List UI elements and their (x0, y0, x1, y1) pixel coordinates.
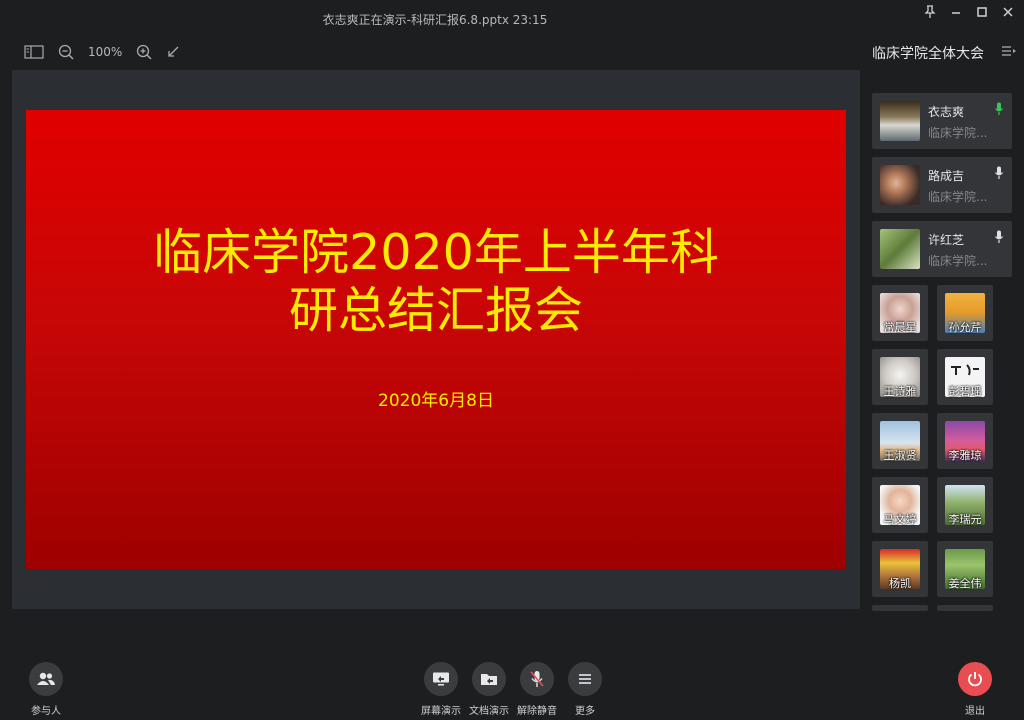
exit-fullscreen-icon[interactable] (166, 45, 180, 59)
more-circle[interactable] (568, 662, 602, 696)
meeting-header: 临床学院全体大会 (872, 43, 1017, 63)
avatar (880, 229, 920, 269)
speaker-card[interactable]: 衣志爽 临床学院... (872, 93, 1012, 149)
attendee-tile[interactable]: 杨凯 (872, 541, 928, 597)
participants-icon (37, 672, 55, 685)
speaker-name: 路成吉 (928, 169, 965, 183)
attendee-name: 孙允芹 (948, 321, 982, 334)
participants-circle[interactable] (29, 662, 63, 696)
participants-button[interactable]: 参与人 (16, 662, 76, 717)
participants-label: 参与人 (31, 706, 61, 717)
avatar (880, 165, 920, 205)
speaker-card[interactable]: 许红芝 临床学院... (872, 221, 1012, 277)
leave-button[interactable]: 退出 (945, 662, 1005, 717)
attendee-tile[interactable]: 孙允芹 (937, 285, 993, 341)
sidebar-toggle-icon[interactable] (24, 45, 44, 59)
attendee-name: 杨凯 (889, 577, 911, 590)
attendee-tile[interactable]: 常晨星 (872, 285, 928, 341)
attendee-name: 常晨星 (883, 321, 917, 334)
zoom-out-icon[interactable] (58, 44, 74, 60)
meeting-name: 临床学院全体大会 (872, 46, 984, 62)
slide-title: 临床学院2020年上半年科研总结汇报会 (153, 224, 719, 339)
attendee-tile[interactable]: 李雅琼 (937, 413, 993, 469)
more-button[interactable]: 更多 (555, 662, 615, 717)
attendee-tile[interactable]: 王诗雅 (872, 349, 928, 405)
zoom-in-icon[interactable] (136, 44, 152, 60)
viewer-toolbar: 100% (24, 42, 180, 62)
speaker-subtitle: 临床学院... (928, 126, 988, 140)
folder-share-icon (481, 674, 497, 685)
screen-share-circle[interactable] (424, 662, 458, 696)
speaker-subtitle: 临床学院... (928, 190, 988, 204)
window-controls (922, 4, 1016, 20)
menu-icon (579, 674, 591, 684)
attendee-tile[interactable]: 王淑贤 (872, 413, 928, 469)
attendee-tile[interactable]: 马文婷 (872, 477, 928, 533)
doc-share-circle[interactable] (472, 662, 506, 696)
attendee-name: 王诗雅 (883, 385, 917, 398)
microphone-active-icon (995, 102, 1003, 115)
zoom-level: 100% (88, 45, 123, 59)
power-icon (968, 672, 982, 687)
screen-share-label: 屏幕演示 (421, 706, 461, 717)
attendee-tile[interactable] (872, 605, 928, 611)
pin-icon[interactable] (922, 4, 938, 20)
unmute-circle[interactable] (520, 662, 554, 696)
window-title: 衣志爽正在演示-科研汇报6.8.pptx 23:15 (322, 13, 548, 27)
attendee-name: 李雅琼 (948, 449, 982, 462)
slide-date: 2020年6月8日 (378, 391, 494, 411)
speaker-name: 衣志爽 (928, 105, 965, 119)
more-label: 更多 (575, 706, 595, 717)
attendee-name: 彭碧瑶 (948, 385, 982, 398)
attendee-grid: 常晨星 孙允芹 王诗雅 彭碧瑶 王淑贤 李雅琼 马文婷 李瑞元 杨凯 姜全伟 (872, 285, 996, 611)
attendee-tile[interactable] (937, 605, 993, 611)
speaker-card[interactable]: 路成吉 临床学院... (872, 157, 1012, 213)
attendee-name: 李瑞元 (948, 513, 982, 526)
microphone-muted-icon (530, 671, 544, 687)
list-toggle-icon[interactable] (1001, 45, 1017, 61)
minimize-icon[interactable] (948, 4, 964, 20)
attendee-name: 姜全伟 (948, 577, 982, 590)
maximize-icon[interactable] (974, 4, 990, 20)
microphone-icon (995, 166, 1003, 179)
microphone-icon (995, 230, 1003, 243)
leave-circle[interactable] (958, 662, 992, 696)
speaker-subtitle: 临床学院... (928, 254, 988, 268)
attendee-name: 王淑贤 (883, 449, 917, 462)
attendee-tile[interactable]: 李瑞元 (937, 477, 993, 533)
attendee-tile[interactable]: 彭碧瑶 (937, 349, 993, 405)
bottom-controls: 参与人 屏幕演示 文档演示 解除静音 更多 退出 (0, 650, 1024, 720)
speaker-name: 许红芝 (928, 233, 965, 247)
slide: 临床学院2020年上半年科研总结汇报会 2020年6月8日 (26, 110, 846, 570)
doc-share-label: 文档演示 (469, 706, 509, 717)
presentation-stage: 临床学院2020年上半年科研总结汇报会 2020年6月8日 (12, 70, 860, 609)
avatar (880, 101, 920, 141)
screen-share-icon (433, 672, 449, 686)
leave-label: 退出 (965, 706, 985, 717)
attendee-name: 马文婷 (883, 513, 917, 526)
close-icon[interactable] (1000, 4, 1016, 20)
speaker-list: 衣志爽 临床学院... 路成吉 临床学院... 许红芝 临床学院... (872, 93, 1012, 285)
attendee-tile[interactable]: 姜全伟 (937, 541, 993, 597)
unmute-label: 解除静音 (517, 706, 557, 717)
